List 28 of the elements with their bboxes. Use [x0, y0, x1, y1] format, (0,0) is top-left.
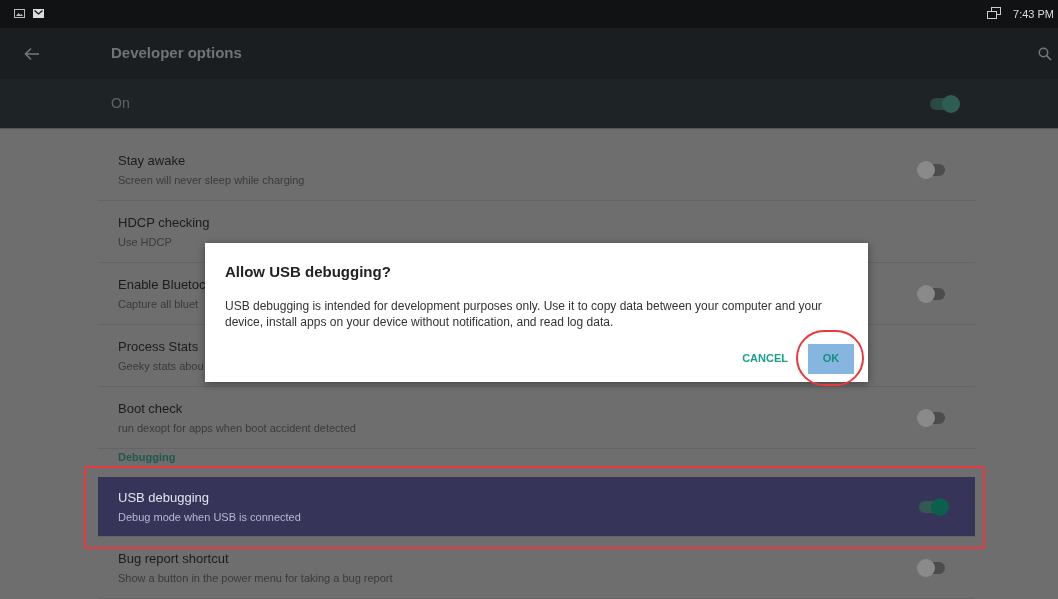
- search-icon[interactable]: [1038, 46, 1052, 61]
- mail-icon: [33, 9, 44, 19]
- setting-subtitle: Debug mode when USB is connected: [118, 510, 301, 525]
- clock-time: 7:43 PM: [1013, 6, 1054, 22]
- toggle-switch[interactable]: [919, 558, 947, 577]
- dialog-message: USB debugging is intended for development purposes only. Use it to copy data between your computer and your device, install apps on your device without notification, and read log data.: [225, 297, 823, 330]
- toggle-switch[interactable]: [930, 94, 958, 113]
- setting-title: Enable Bluetoc: [118, 275, 206, 294]
- settings-row[interactable]: USB debugging Debug mode when USB is connected: [98, 477, 975, 537]
- toggle-switch[interactable]: [919, 408, 947, 427]
- setting-title: Boot check: [118, 399, 184, 418]
- toggle-switch[interactable]: [919, 284, 947, 303]
- setting-title: USB debugging: [118, 488, 211, 507]
- section-header: Debugging: [118, 452, 176, 463]
- toggle-switch[interactable]: [919, 160, 947, 179]
- back-arrow-icon[interactable]: [24, 46, 40, 61]
- setting-title: Stay awake: [118, 151, 187, 170]
- setting-title: Bug report shortcut: [118, 549, 230, 568]
- toolbar-title: Developer options: [111, 43, 242, 64]
- dialog-title: Allow USB debugging?: [225, 262, 392, 282]
- image-icon: [14, 9, 25, 19]
- setting-title: HDCP checking: [118, 213, 210, 232]
- toggle-switch[interactable]: [919, 497, 947, 516]
- windows-icon: [987, 7, 1002, 21]
- master-switch-label: On: [111, 94, 130, 114]
- ok-button[interactable]: OK: [808, 343, 854, 374]
- cancel-button[interactable]: CANCEL: [742, 343, 788, 374]
- setting-title: Process Stats: [118, 337, 200, 356]
